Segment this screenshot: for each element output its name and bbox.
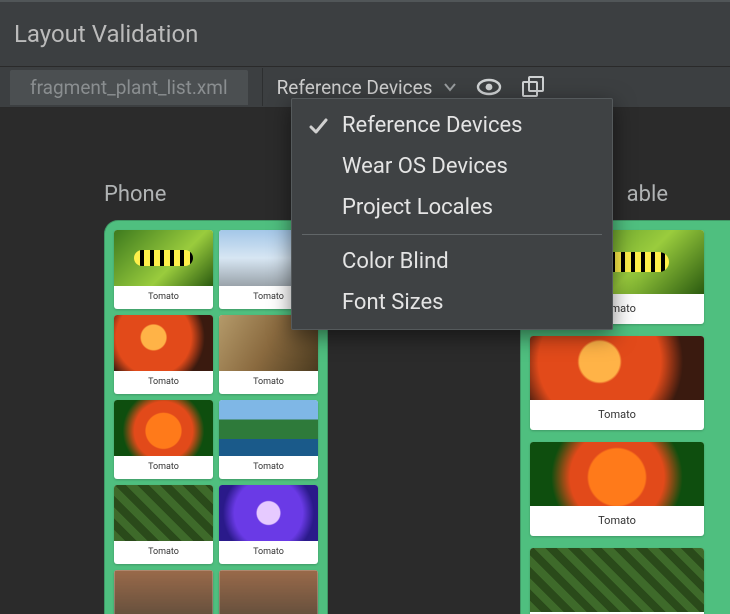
item-image bbox=[530, 336, 704, 400]
eye-icon[interactable] bbox=[476, 77, 502, 97]
item-caption: Tomato bbox=[219, 456, 318, 479]
list-item: Tomato bbox=[114, 400, 213, 479]
device-config-dropdown-label: Reference Devices bbox=[277, 76, 433, 99]
item-caption: Tomato bbox=[530, 400, 704, 430]
menu-item-label: Color Blind bbox=[342, 249, 449, 274]
item-caption: Tomato bbox=[530, 506, 704, 536]
item-image bbox=[219, 400, 318, 456]
list-item: Tomato bbox=[114, 485, 213, 564]
list-item: Tomato bbox=[114, 570, 213, 614]
item-image bbox=[219, 485, 318, 541]
check-icon bbox=[306, 115, 330, 137]
file-tab[interactable]: fragment_plant_list.xml bbox=[10, 70, 248, 105]
device-config-menu: Reference Devices ✓ Wear OS Devices ✓ Pr… bbox=[291, 98, 613, 330]
toolbar-icons bbox=[476, 76, 546, 98]
list-item: Tomato bbox=[114, 315, 213, 394]
menu-item-color-blind[interactable]: ✓ Color Blind bbox=[292, 241, 612, 282]
device-config-dropdown[interactable]: Reference Devices bbox=[277, 76, 459, 99]
item-image bbox=[219, 570, 318, 614]
item-image bbox=[530, 548, 704, 612]
list-item: Tomato bbox=[530, 548, 704, 614]
menu-item-label: Reference Devices bbox=[342, 113, 523, 138]
item-caption: Tomato bbox=[114, 286, 213, 309]
menu-item-label: Project Locales bbox=[342, 195, 493, 220]
item-image bbox=[114, 315, 213, 371]
item-caption: Tomato bbox=[114, 541, 213, 564]
list-item: Tomato bbox=[219, 485, 318, 564]
menu-separator bbox=[302, 234, 602, 235]
chevron-down-icon bbox=[442, 79, 458, 95]
item-caption: Tomato bbox=[114, 371, 213, 394]
menu-item-wear-os-devices[interactable]: ✓ Wear OS Devices bbox=[292, 146, 612, 187]
item-caption: Tomato bbox=[219, 371, 318, 394]
device-label-phone: Phone bbox=[104, 182, 166, 207]
item-caption: Tomato bbox=[219, 541, 318, 564]
item-image bbox=[114, 400, 213, 456]
list-item: Tomato bbox=[530, 336, 704, 430]
menu-item-label: Wear OS Devices bbox=[342, 154, 508, 179]
stack-icon[interactable] bbox=[522, 76, 546, 98]
menu-item-label: Font Sizes bbox=[342, 290, 443, 315]
device-label-right: able bbox=[627, 182, 668, 207]
app-grid: Tomato Tomato Tomato Tomato Tomato Tomat… bbox=[114, 230, 318, 614]
item-image bbox=[114, 230, 213, 286]
list-item: Tomato bbox=[114, 230, 213, 309]
item-caption: Tomato bbox=[114, 456, 213, 479]
item-image bbox=[114, 570, 213, 614]
list-item: Tomato bbox=[530, 442, 704, 536]
list-item: Tomato bbox=[219, 400, 318, 479]
list-item: Tomato bbox=[219, 570, 318, 614]
item-image bbox=[114, 485, 213, 541]
menu-item-project-locales[interactable]: ✓ Project Locales bbox=[292, 187, 612, 228]
item-image bbox=[530, 442, 704, 506]
panel-title: Layout Validation bbox=[0, 2, 730, 66]
layout-validation-panel: Layout Validation fragment_plant_list.xm… bbox=[0, 0, 730, 614]
menu-item-reference-devices[interactable]: Reference Devices bbox=[292, 105, 612, 146]
toolbar-divider bbox=[262, 68, 263, 106]
menu-item-font-sizes[interactable]: ✓ Font Sizes bbox=[292, 282, 612, 323]
